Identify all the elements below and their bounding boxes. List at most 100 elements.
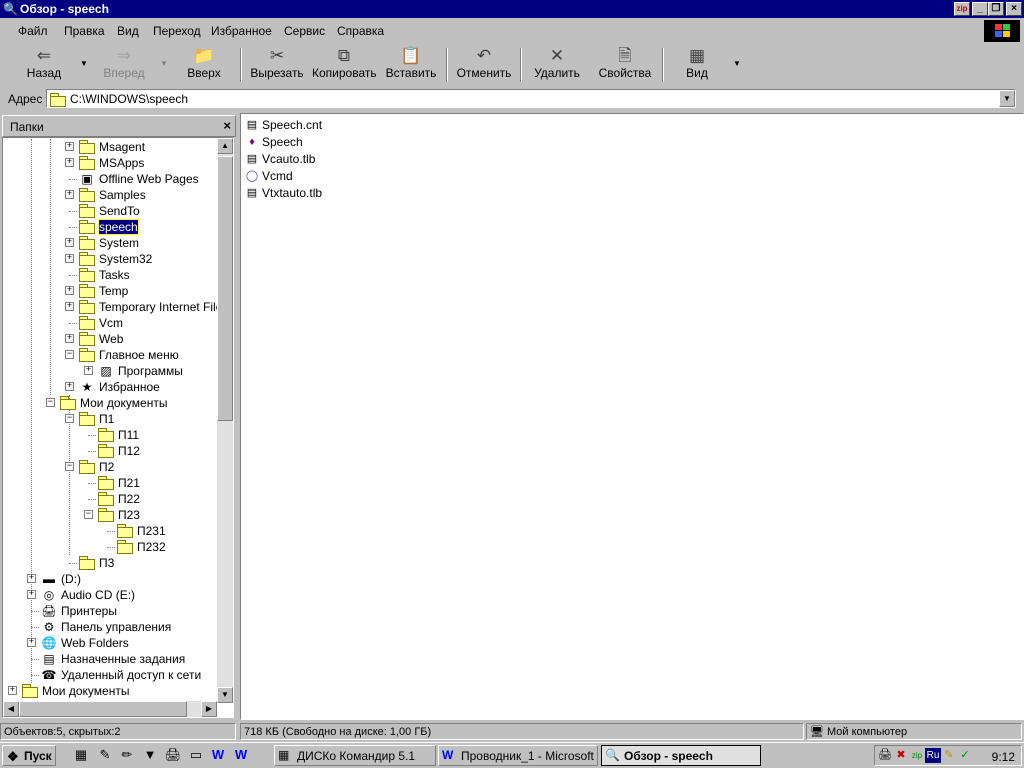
address-dropdown-button[interactable]: ▼ <box>999 90 1015 107</box>
tree-item[interactable]: + System <box>3 235 217 251</box>
tree-item[interactable]: П12 <box>3 443 217 459</box>
expand-icon[interactable]: + <box>65 334 74 343</box>
scroll-right-button[interactable]: ▶ <box>201 701 217 717</box>
collapse-icon[interactable]: − <box>84 510 93 519</box>
quicklaunch-word-doc-icon[interactable]: W <box>232 747 250 763</box>
expand-icon[interactable]: + <box>65 382 74 391</box>
tree-item[interactable]: speech <box>3 219 217 235</box>
tray-language-indicator[interactable]: Ru <box>925 748 941 763</box>
collapse-icon[interactable]: − <box>65 462 74 471</box>
back-dropdown-icon[interactable]: ▼ <box>80 59 88 68</box>
up-button[interactable]: 📁 Вверх <box>184 46 224 84</box>
forward-button[interactable]: ⇒ Вперед <box>100 46 148 84</box>
tray-pen-icon[interactable]: ✎ <box>941 748 957 763</box>
tree-item[interactable]: + Temporary Internet Files <box>3 299 228 315</box>
menu-favorites[interactable]: Избранное <box>211 24 272 38</box>
tree-item[interactable]: ⚙ Панель управления <box>3 619 217 635</box>
expand-icon[interactable]: + <box>27 590 36 599</box>
tree-item[interactable]: Tasks <box>3 267 217 283</box>
tree-item[interactable]: − П1 <box>3 411 217 427</box>
expand-icon[interactable]: + <box>27 574 36 583</box>
tree-item[interactable]: + Web <box>3 331 217 347</box>
expand-icon[interactable]: + <box>65 286 74 295</box>
expand-icon[interactable]: + <box>65 190 74 199</box>
expand-icon[interactable]: + <box>27 638 36 647</box>
expand-icon[interactable]: + <box>8 686 17 695</box>
restore-button[interactable]: ❐ <box>988 2 1004 16</box>
menu-help[interactable]: Справка <box>337 24 384 38</box>
quicklaunch-word-icon[interactable]: W <box>209 747 227 763</box>
tree-item[interactable]: + Temp <box>3 283 217 299</box>
vertical-scrollbar[interactable]: ▲ ▼ <box>217 138 233 703</box>
tree-item[interactable]: + Samples <box>3 187 217 203</box>
menu-tools[interactable]: Сервис <box>284 24 325 38</box>
expand-icon[interactable]: + <box>84 366 93 375</box>
tree-item[interactable]: SendTo <box>3 203 217 219</box>
collapse-icon[interactable]: − <box>65 350 74 359</box>
quicklaunch-app-icon[interactable]: ▦ <box>72 747 90 763</box>
minimize-button[interactable]: _ <box>972 2 988 16</box>
view-dropdown-icon[interactable]: ▼ <box>733 59 741 68</box>
back-button[interactable]: ⇐ Назад <box>22 46 66 84</box>
tree-item[interactable]: + 🌐 Web Folders <box>3 635 217 651</box>
tree-item[interactable]: 🖨 Принтеры <box>3 603 217 619</box>
expand-icon[interactable]: + <box>65 302 74 311</box>
quicklaunch-filter-icon[interactable]: ▼ <box>141 747 159 763</box>
tree-item[interactable]: + MSApps <box>3 155 217 171</box>
tray-printer-icon[interactable]: 🖨 <box>877 748 893 763</box>
cut-button[interactable]: ✂ Вырезать <box>250 46 304 84</box>
close-button[interactable]: × <box>1006 2 1022 16</box>
tree-item[interactable]: П22 <box>3 491 217 507</box>
expand-icon[interactable]: + <box>65 254 74 263</box>
menu-edit[interactable]: Правка <box>64 24 105 38</box>
tray-scheduler-icon[interactable]: ✖ <box>893 748 909 763</box>
collapse-icon[interactable]: − <box>65 414 74 423</box>
menu-view[interactable]: Вид <box>117 24 139 38</box>
horizontal-scrollbar[interactable]: ◀ ▶ <box>3 701 217 717</box>
tree-item[interactable]: + ◎ Audio CD (E:) <box>3 587 217 603</box>
scroll-up-button[interactable]: ▲ <box>217 138 233 154</box>
expand-icon[interactable]: + <box>65 158 74 167</box>
tree-item[interactable]: − Мои документы <box>3 395 217 411</box>
task-explorer-speech[interactable]: 🔍 Обзор - speech <box>601 745 761 766</box>
expand-icon[interactable]: + <box>65 238 74 247</box>
tree-item[interactable]: П3 <box>3 555 217 571</box>
tree-item[interactable]: + Msagent <box>3 139 217 155</box>
task-disco-commander[interactable]: ▦ ДИСКо Командир 5.1 <box>274 745 436 766</box>
tree-item[interactable]: − П2 <box>3 459 217 475</box>
file-list[interactable]: ▤ Speech.cnt ♦ Speech ▤ Vcauto.tlb ◯ Vcmd ▤ Vtxta… <box>240 113 1024 720</box>
folder-tree[interactable]: + Msagent + MSApps ▣ Offline Web Pages + Sample… <box>2 137 234 718</box>
tree-item[interactable]: П21 <box>3 475 217 491</box>
tree-item[interactable]: П231 <box>3 523 217 539</box>
properties-button[interactable]: 🗎 Свойства <box>596 46 654 84</box>
tree-item[interactable]: + Мои документы <box>3 683 217 699</box>
address-input[interactable]: C:\WINDOWS\speech ▼ <box>46 89 1016 108</box>
task-explorer-word[interactable]: W Проводник_1 - Microsoft ... <box>438 745 598 766</box>
tree-item[interactable]: ▤ Назначенные задания <box>3 651 217 667</box>
collapse-icon[interactable]: − <box>46 398 55 407</box>
tree-item[interactable]: − П23 <box>3 507 217 523</box>
scroll-down-button[interactable]: ▼ <box>217 687 233 703</box>
tree-item[interactable]: ☎ Удаленный доступ к сети <box>3 667 217 683</box>
quicklaunch-network-icon[interactable]: 🖨 <box>164 747 182 763</box>
horizontal-scroll-thumb[interactable] <box>19 701 187 717</box>
tree-item[interactable]: − Главное меню <box>3 347 217 363</box>
quicklaunch-monitor-icon[interactable]: ▭ <box>187 747 205 763</box>
forward-dropdown-icon[interactable]: ▼ <box>160 59 168 68</box>
tree-item[interactable]: + System32 <box>3 251 217 267</box>
quicklaunch-notepad-icon[interactable]: ✎ <box>96 747 114 763</box>
tray-check-icon[interactable]: ✓ <box>957 748 973 763</box>
tree-item[interactable]: + ▬ (D:) <box>3 571 217 587</box>
zip-icon[interactable]: zip <box>954 2 970 16</box>
tree-item[interactable]: + ▨ Программы <box>3 363 217 379</box>
tree-item[interactable]: П232 <box>3 539 217 555</box>
tree-item[interactable]: Vcm <box>3 315 217 331</box>
menu-go[interactable]: Переход <box>153 24 201 38</box>
menu-file[interactable]: Файл <box>18 24 48 38</box>
paste-button[interactable]: 📋 Вставить <box>384 46 438 84</box>
close-pane-icon[interactable]: × <box>223 118 231 133</box>
vertical-scroll-thumb[interactable] <box>217 156 233 421</box>
quicklaunch-pencil-icon[interactable]: ✏ <box>118 747 136 763</box>
view-button[interactable]: ▦ Вид <box>678 46 716 84</box>
start-button[interactable]: ❖ Пуск <box>2 745 56 766</box>
